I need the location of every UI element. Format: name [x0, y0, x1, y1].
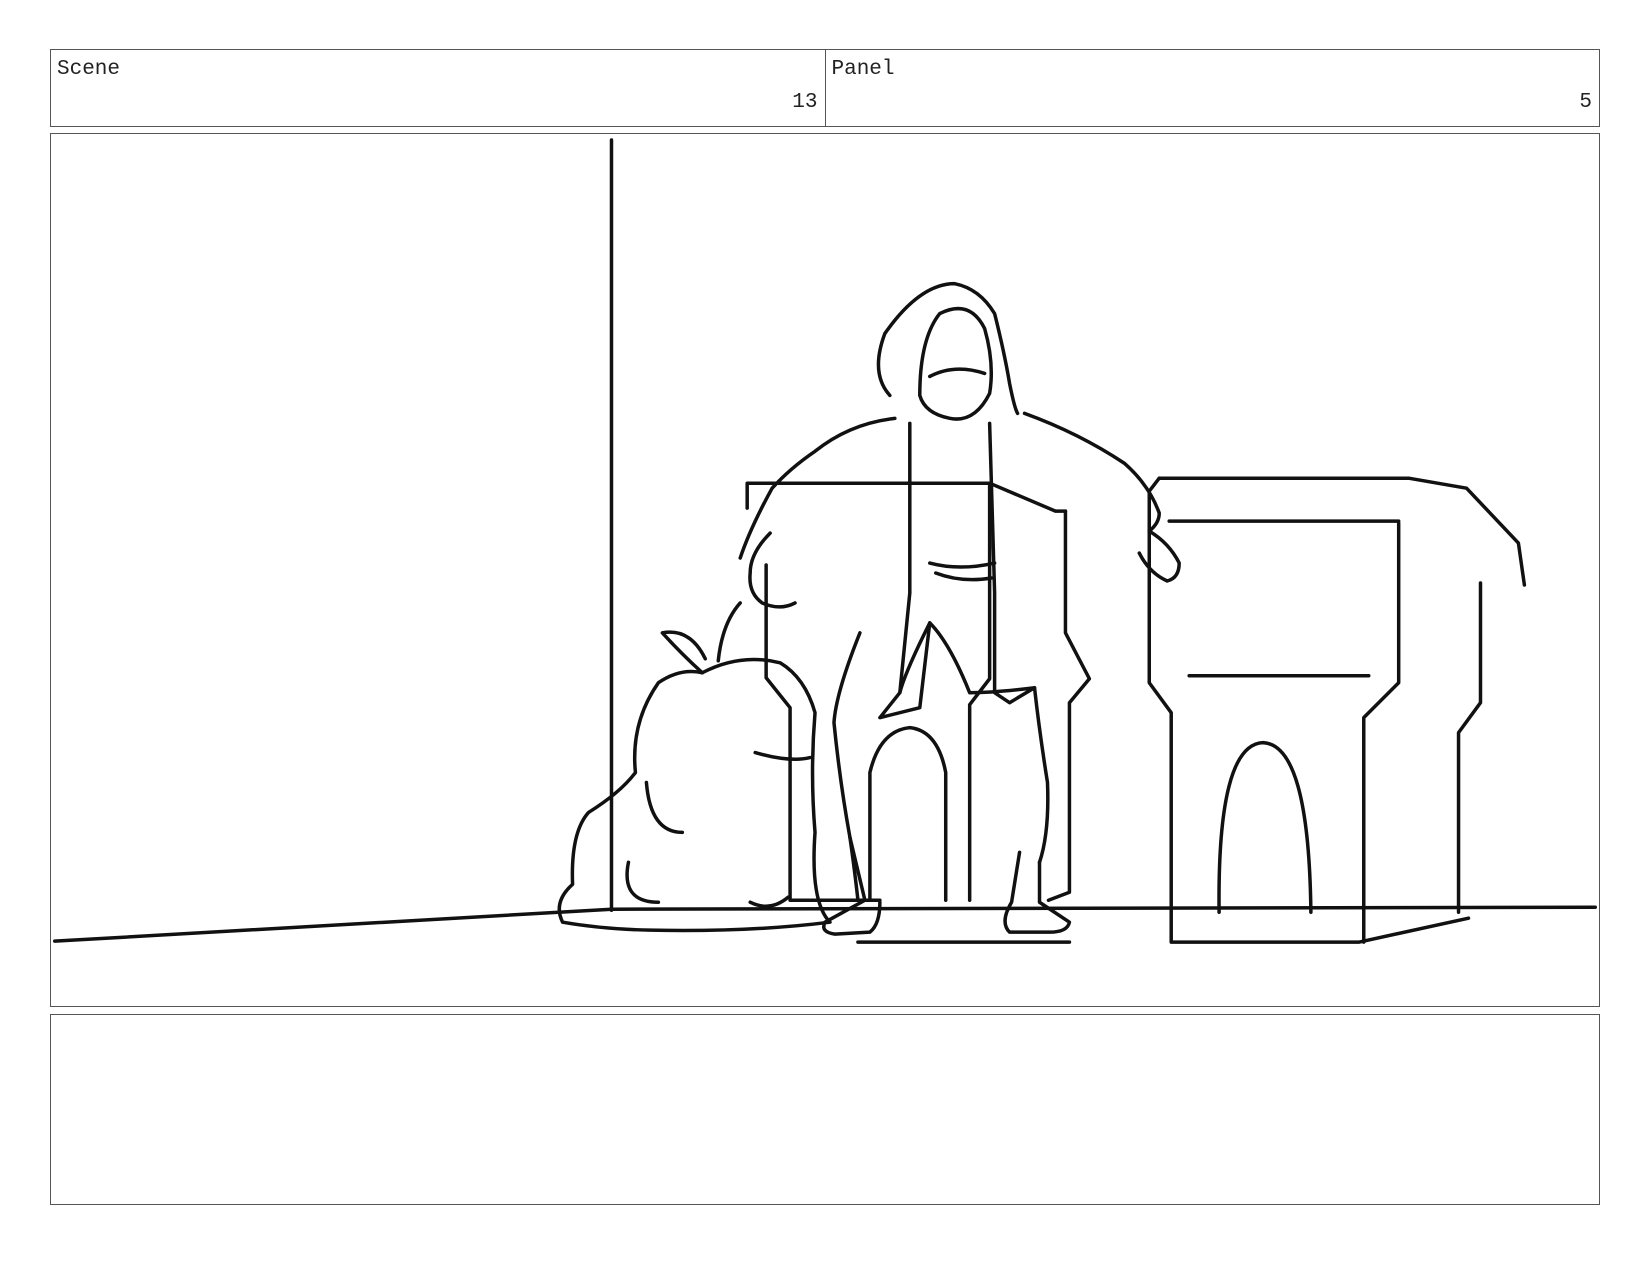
- scene-number: 13: [792, 91, 818, 114]
- panel-label: Panel: [831, 58, 895, 81]
- notes-box: [50, 1014, 1600, 1205]
- panel-cell: Panel 5: [824, 50, 1600, 126]
- hooded-figure-sketch: [738, 281, 1181, 936]
- storyboard-frame: [50, 133, 1600, 1007]
- panel-number: 5: [1579, 91, 1592, 114]
- storyboard-sketch: [53, 138, 1597, 944]
- scene-cell: Scene 13: [51, 50, 825, 126]
- scene-label: Scene: [57, 58, 121, 81]
- storyboard-header: Scene 13 Panel 5: [50, 49, 1600, 127]
- right-bench-sketch: [1147, 476, 1527, 944]
